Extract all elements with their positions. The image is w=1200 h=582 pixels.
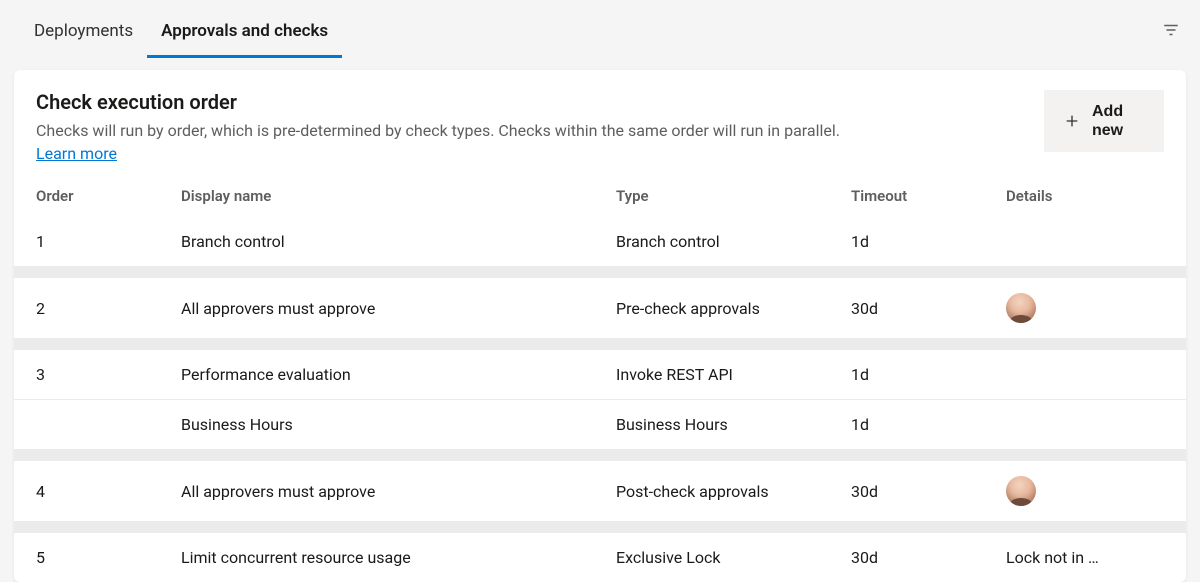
cell-order: 1 [36, 232, 181, 251]
table-row[interactable]: 1Branch controlBranch control1d [14, 217, 1186, 266]
checks-table: Order Display name Type Timeout Details … [14, 173, 1186, 582]
table-row[interactable]: Business HoursBusiness Hours1d [14, 399, 1186, 449]
col-header-details[interactable]: Details [1006, 187, 1164, 205]
cell-timeout: 30d [851, 482, 1006, 501]
avatar [1006, 476, 1036, 506]
col-header-name[interactable]: Display name [181, 187, 616, 205]
group-separator [14, 521, 1186, 533]
cell-timeout: 1d [851, 415, 1006, 434]
cell-details [1006, 476, 1164, 506]
table-row[interactable]: 4All approvers must approvePost-check ap… [14, 461, 1186, 521]
card-description: Checks will run by order, which is pre-d… [36, 120, 840, 142]
cell-display-name: All approvers must approve [181, 299, 616, 318]
card-title: Check execution order [36, 90, 840, 114]
cell-type: Invoke REST API [616, 365, 851, 384]
cell-display-name: Branch control [181, 232, 616, 251]
filter-icon[interactable] [1162, 21, 1180, 39]
table-row[interactable]: 5Limit concurrent resource usageExclusiv… [14, 533, 1186, 582]
cell-timeout: 30d [851, 548, 1006, 567]
group-separator [14, 266, 1186, 278]
tabs: Deployments Approvals and checks [20, 3, 342, 58]
cell-display-name: Business Hours [181, 415, 616, 434]
cell-details [1006, 293, 1164, 323]
cell-display-name: Limit concurrent resource usage [181, 548, 616, 567]
cell-type: Pre-check approvals [616, 299, 851, 318]
table-header: Order Display name Type Timeout Details [14, 173, 1186, 217]
group-separator [14, 449, 1186, 461]
details-text: Lock not in … [1006, 548, 1099, 567]
tabs-bar: Deployments Approvals and checks [0, 0, 1200, 60]
col-header-type[interactable]: Type [616, 187, 851, 205]
checks-card: Check execution order Checks will run by… [14, 70, 1186, 582]
table-row[interactable]: 2All approvers must approvePre-check app… [14, 278, 1186, 338]
cell-order: 2 [36, 299, 181, 318]
cell-timeout: 1d [851, 232, 1006, 251]
table-body: 1Branch controlBranch control1d2All appr… [14, 217, 1186, 582]
card-header-text: Check execution order Checks will run by… [36, 90, 840, 163]
cell-order: 4 [36, 482, 181, 501]
cell-order: 3 [36, 365, 181, 384]
tab-deployments[interactable]: Deployments [20, 3, 147, 58]
cell-type: Business Hours [616, 415, 851, 434]
cell-timeout: 1d [851, 365, 1006, 384]
cell-timeout: 30d [851, 299, 1006, 318]
tab-approvals-checks[interactable]: Approvals and checks [147, 3, 342, 58]
cell-type: Exclusive Lock [616, 548, 851, 567]
table-row[interactable]: 3Performance evaluationInvoke REST API1d [14, 350, 1186, 399]
add-new-label: Add new [1092, 102, 1144, 140]
cell-details: Lock not in … [1006, 548, 1164, 567]
plus-icon [1064, 113, 1080, 129]
group-separator [14, 338, 1186, 350]
cell-display-name: Performance evaluation [181, 365, 616, 384]
cell-display-name: All approvers must approve [181, 482, 616, 501]
add-new-button[interactable]: Add new [1044, 90, 1164, 152]
cell-order: 5 [36, 548, 181, 567]
learn-more-link[interactable]: Learn more [36, 144, 117, 163]
card-header: Check execution order Checks will run by… [14, 70, 1186, 173]
col-header-timeout[interactable]: Timeout [851, 187, 1006, 205]
col-header-order[interactable]: Order [36, 187, 181, 205]
cell-type: Branch control [616, 232, 851, 251]
cell-type: Post-check approvals [616, 482, 851, 501]
avatar [1006, 293, 1036, 323]
